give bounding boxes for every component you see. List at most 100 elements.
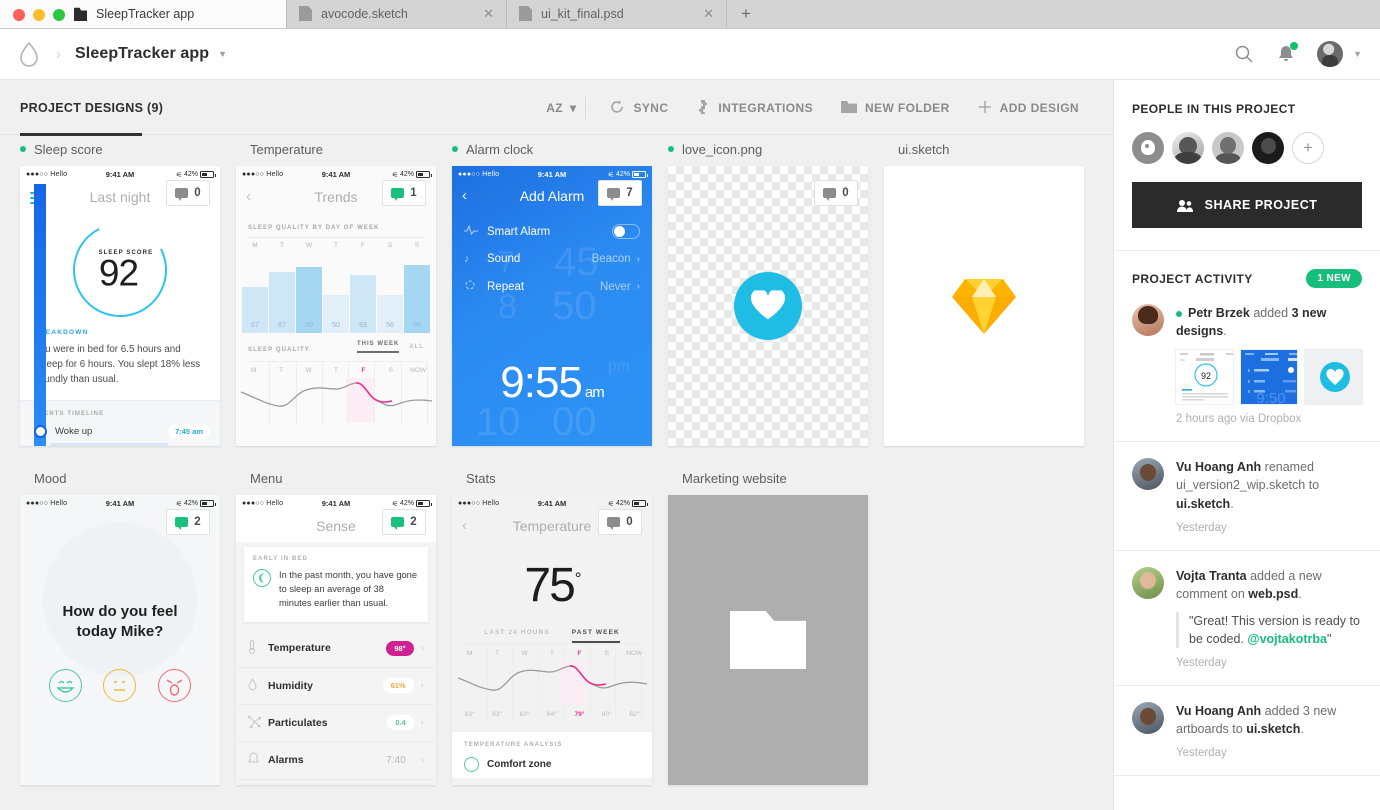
tab-bar: SleepTracker app avocode.sketch ✕ ui_kit… xyxy=(0,0,1380,28)
bar: 67 xyxy=(242,287,268,333)
smart-alarm-toggle[interactable] xyxy=(612,224,640,239)
chevron-down-icon: ▾ xyxy=(570,101,577,115)
bar-chart: M 67 T 87 W 90 T 50 F 83 S 56 S 96 xyxy=(236,238,436,333)
chevron-down-icon[interactable]: ▼ xyxy=(1353,49,1362,59)
happy-face-icon[interactable] xyxy=(48,668,82,702)
bar-column: S 96 xyxy=(404,238,430,333)
maximize-window-button[interactable] xyxy=(53,9,65,21)
activity-item[interactable]: Vojta Tranta added a new comment on web.… xyxy=(1114,551,1380,687)
design-card-menu[interactable]: Menu 2 ●●●○○ Hello 9:41 AM ⚟ 42% Sense E… xyxy=(236,468,436,785)
comment-badge[interactable]: 0 xyxy=(166,180,210,206)
comment-badge[interactable]: 2 xyxy=(382,509,426,535)
new-folder-button[interactable]: NEW FOLDER xyxy=(827,100,964,117)
tab-all[interactable]: ALL xyxy=(409,344,424,350)
ghost-number: 45 xyxy=(554,240,599,284)
back-chevron-icon[interactable]: ‹ xyxy=(462,517,467,534)
comment-badge[interactable]: 0 xyxy=(598,509,642,535)
share-project-button[interactable]: SHARE PROJECT xyxy=(1132,182,1362,228)
avatar[interactable] xyxy=(1212,132,1244,164)
activity-thumb-sleep-score[interactable]: 92 xyxy=(1176,350,1233,405)
tab-avocode-sketch[interactable]: avocode.sketch ✕ xyxy=(287,0,507,28)
design-card-alarm-clock[interactable]: Alarm clock 7 ●●●○○ Hello 9:41 AM ⚟ 42% … xyxy=(452,139,652,446)
sensor-row-particulates[interactable]: Particulates 0.4 › xyxy=(236,705,436,742)
close-tab-icon[interactable]: ✕ xyxy=(461,6,494,22)
back-chevron-icon[interactable]: ‹ xyxy=(462,187,467,204)
design-card-mood[interactable]: Mood 2 ●●●○○ Hello 9:41 AM ⚟ 42% How do … xyxy=(20,468,220,785)
tick-label: F xyxy=(577,650,582,657)
design-card-marketing-website[interactable]: Marketing website xyxy=(668,468,868,785)
avocode-logo-icon[interactable] xyxy=(18,41,40,67)
heart-circle-artwork xyxy=(734,272,802,340)
event-text: Woke up xyxy=(55,425,93,437)
design-thumbnail[interactable]: 1 ●●●○○ Hello 9:41 AM ⚟ 42% ‹ Trends SLE… xyxy=(236,166,436,446)
design-thumbnail[interactable]: 2 ●●●○○ Hello 9:41 AM ⚟ 42% How do you f… xyxy=(20,495,220,785)
close-window-button[interactable] xyxy=(13,9,25,21)
design-thumbnail[interactable]: 2 ●●●○○ Hello 9:41 AM ⚟ 42% Sense EARLY … xyxy=(236,495,436,785)
bell-icon[interactable] xyxy=(1275,42,1299,65)
design-thumbnail[interactable] xyxy=(884,166,1084,446)
chevron-down-icon[interactable]: ▼ xyxy=(218,49,227,59)
sync-button[interactable]: SYNC xyxy=(595,99,682,118)
temperature-line-chart: M T W T F S NOW 63° 63° 63° 64° 79° 60° … xyxy=(452,644,652,720)
neutral-face-icon[interactable] xyxy=(103,668,137,702)
card-header: Marketing website xyxy=(668,468,868,488)
tab-ui-kit-final-psd[interactable]: ui_kit_final.psd ✕ xyxy=(507,0,727,28)
alarm-row-label: Smart Alarm xyxy=(487,225,551,238)
timeline-bar xyxy=(34,184,46,446)
sort-dropdown[interactable]: AZ ▾ xyxy=(546,101,576,115)
design-card-temperature[interactable]: Temperature 1 ●●●○○ Hello 9:41 AM ⚟ 42% xyxy=(236,139,436,446)
window-controls[interactable] xyxy=(13,9,65,21)
search-icon[interactable] xyxy=(1233,43,1255,65)
activity-item[interactable]: Petr Brzek added 3 new designs. 92 9:50 … xyxy=(1114,288,1380,443)
design-card-love-icon[interactable]: love_icon.png 0 xyxy=(668,139,868,446)
sad-face-icon[interactable] xyxy=(158,668,192,702)
activity-item[interactable]: Vu Hoang Anh renamed ui_version2_wip.ske… xyxy=(1114,442,1380,551)
activity-thumb-alarm[interactable]: 9:50 xyxy=(1240,350,1298,405)
design-thumbnail[interactable]: 0 ●●●○○ Hello 9:41 AM ⚟ 42% ‹ Temperatur… xyxy=(452,495,652,785)
value-label: 63° xyxy=(464,711,475,718)
sensor-row-temperature[interactable]: Temperature 98° › xyxy=(236,630,436,668)
comment-badge[interactable]: 2 xyxy=(166,509,210,535)
placeholder-bar xyxy=(50,442,168,446)
avatar[interactable] xyxy=(1172,132,1204,164)
comment-badge[interactable]: 1 xyxy=(382,180,426,206)
design-thumbnail[interactable]: 0 ●●●○○ Hello 9:41 AM ⚟ 42% Last night S… xyxy=(20,166,220,446)
mention-link[interactable]: @vojtakotrba xyxy=(1247,632,1327,646)
value-label: 63° xyxy=(519,711,530,718)
integrations-button[interactable]: INTEGRATIONS xyxy=(682,99,827,118)
comment-count: 0 xyxy=(626,516,633,528)
sensor-row-alarms[interactable]: Alarms 7:40 › xyxy=(236,742,436,780)
alarm-row-smart-alarm[interactable]: Smart Alarm xyxy=(452,217,652,246)
design-card-sleep-score[interactable]: Sleep score 0 ●●●○○ Hello 9:41 AM ⚟ 42% xyxy=(20,139,220,446)
design-thumbnail[interactable]: 7 ●●●○○ Hello 9:41 AM ⚟ 42% ‹ Add Alarm … xyxy=(452,166,652,446)
tab-this-week[interactable]: THIS WEEK xyxy=(356,341,400,353)
design-thumbnail[interactable] xyxy=(668,495,868,785)
add-design-button[interactable]: ADD DESIGN xyxy=(964,100,1093,117)
sensor-row-humidity[interactable]: Humidity 61% › xyxy=(236,668,436,705)
close-tab-icon[interactable]: ✕ xyxy=(681,6,714,22)
activity-thumb-heart[interactable] xyxy=(1305,350,1363,405)
bar-column: T 50 xyxy=(323,238,349,333)
design-thumbnail[interactable]: 0 xyxy=(668,166,868,446)
new-tab-button[interactable]: + xyxy=(727,0,765,28)
user-avatar[interactable] xyxy=(1317,41,1344,67)
bar-category: W xyxy=(305,242,313,249)
tab-past-week[interactable]: PAST WEEK xyxy=(571,629,620,643)
alarm-row-sound[interactable]: ♪ Sound Beacon › xyxy=(452,246,652,272)
card-header: Sleep score xyxy=(20,139,220,159)
header-actions: ▼ xyxy=(1233,41,1362,67)
activity-item[interactable]: Vu Hoang Anh added 3 new artboards to ui… xyxy=(1114,686,1380,777)
avatar[interactable] xyxy=(1132,132,1164,164)
design-card-stats[interactable]: Stats 0 ●●●○○ Hello 9:41 AM ⚟ 42% ‹ Temp… xyxy=(452,468,652,785)
tab-last-24-hours[interactable]: LAST 24 HOURS xyxy=(484,629,550,643)
back-chevron-icon[interactable]: ‹ xyxy=(246,188,251,205)
design-card-ui-sketch[interactable]: ui.sketch xyxy=(884,139,1084,446)
bar-category: S xyxy=(414,242,420,249)
add-person-button[interactable]: + xyxy=(1292,132,1324,164)
minimize-window-button[interactable] xyxy=(33,9,45,21)
comment-badge[interactable]: 0 xyxy=(814,180,858,206)
insight-card[interactable]: EARLY IN BED In the past month, you have… xyxy=(244,547,428,622)
comment-count: 1 xyxy=(410,187,417,199)
avatar[interactable] xyxy=(1252,132,1284,164)
comment-badge[interactable]: 7 xyxy=(598,180,642,206)
